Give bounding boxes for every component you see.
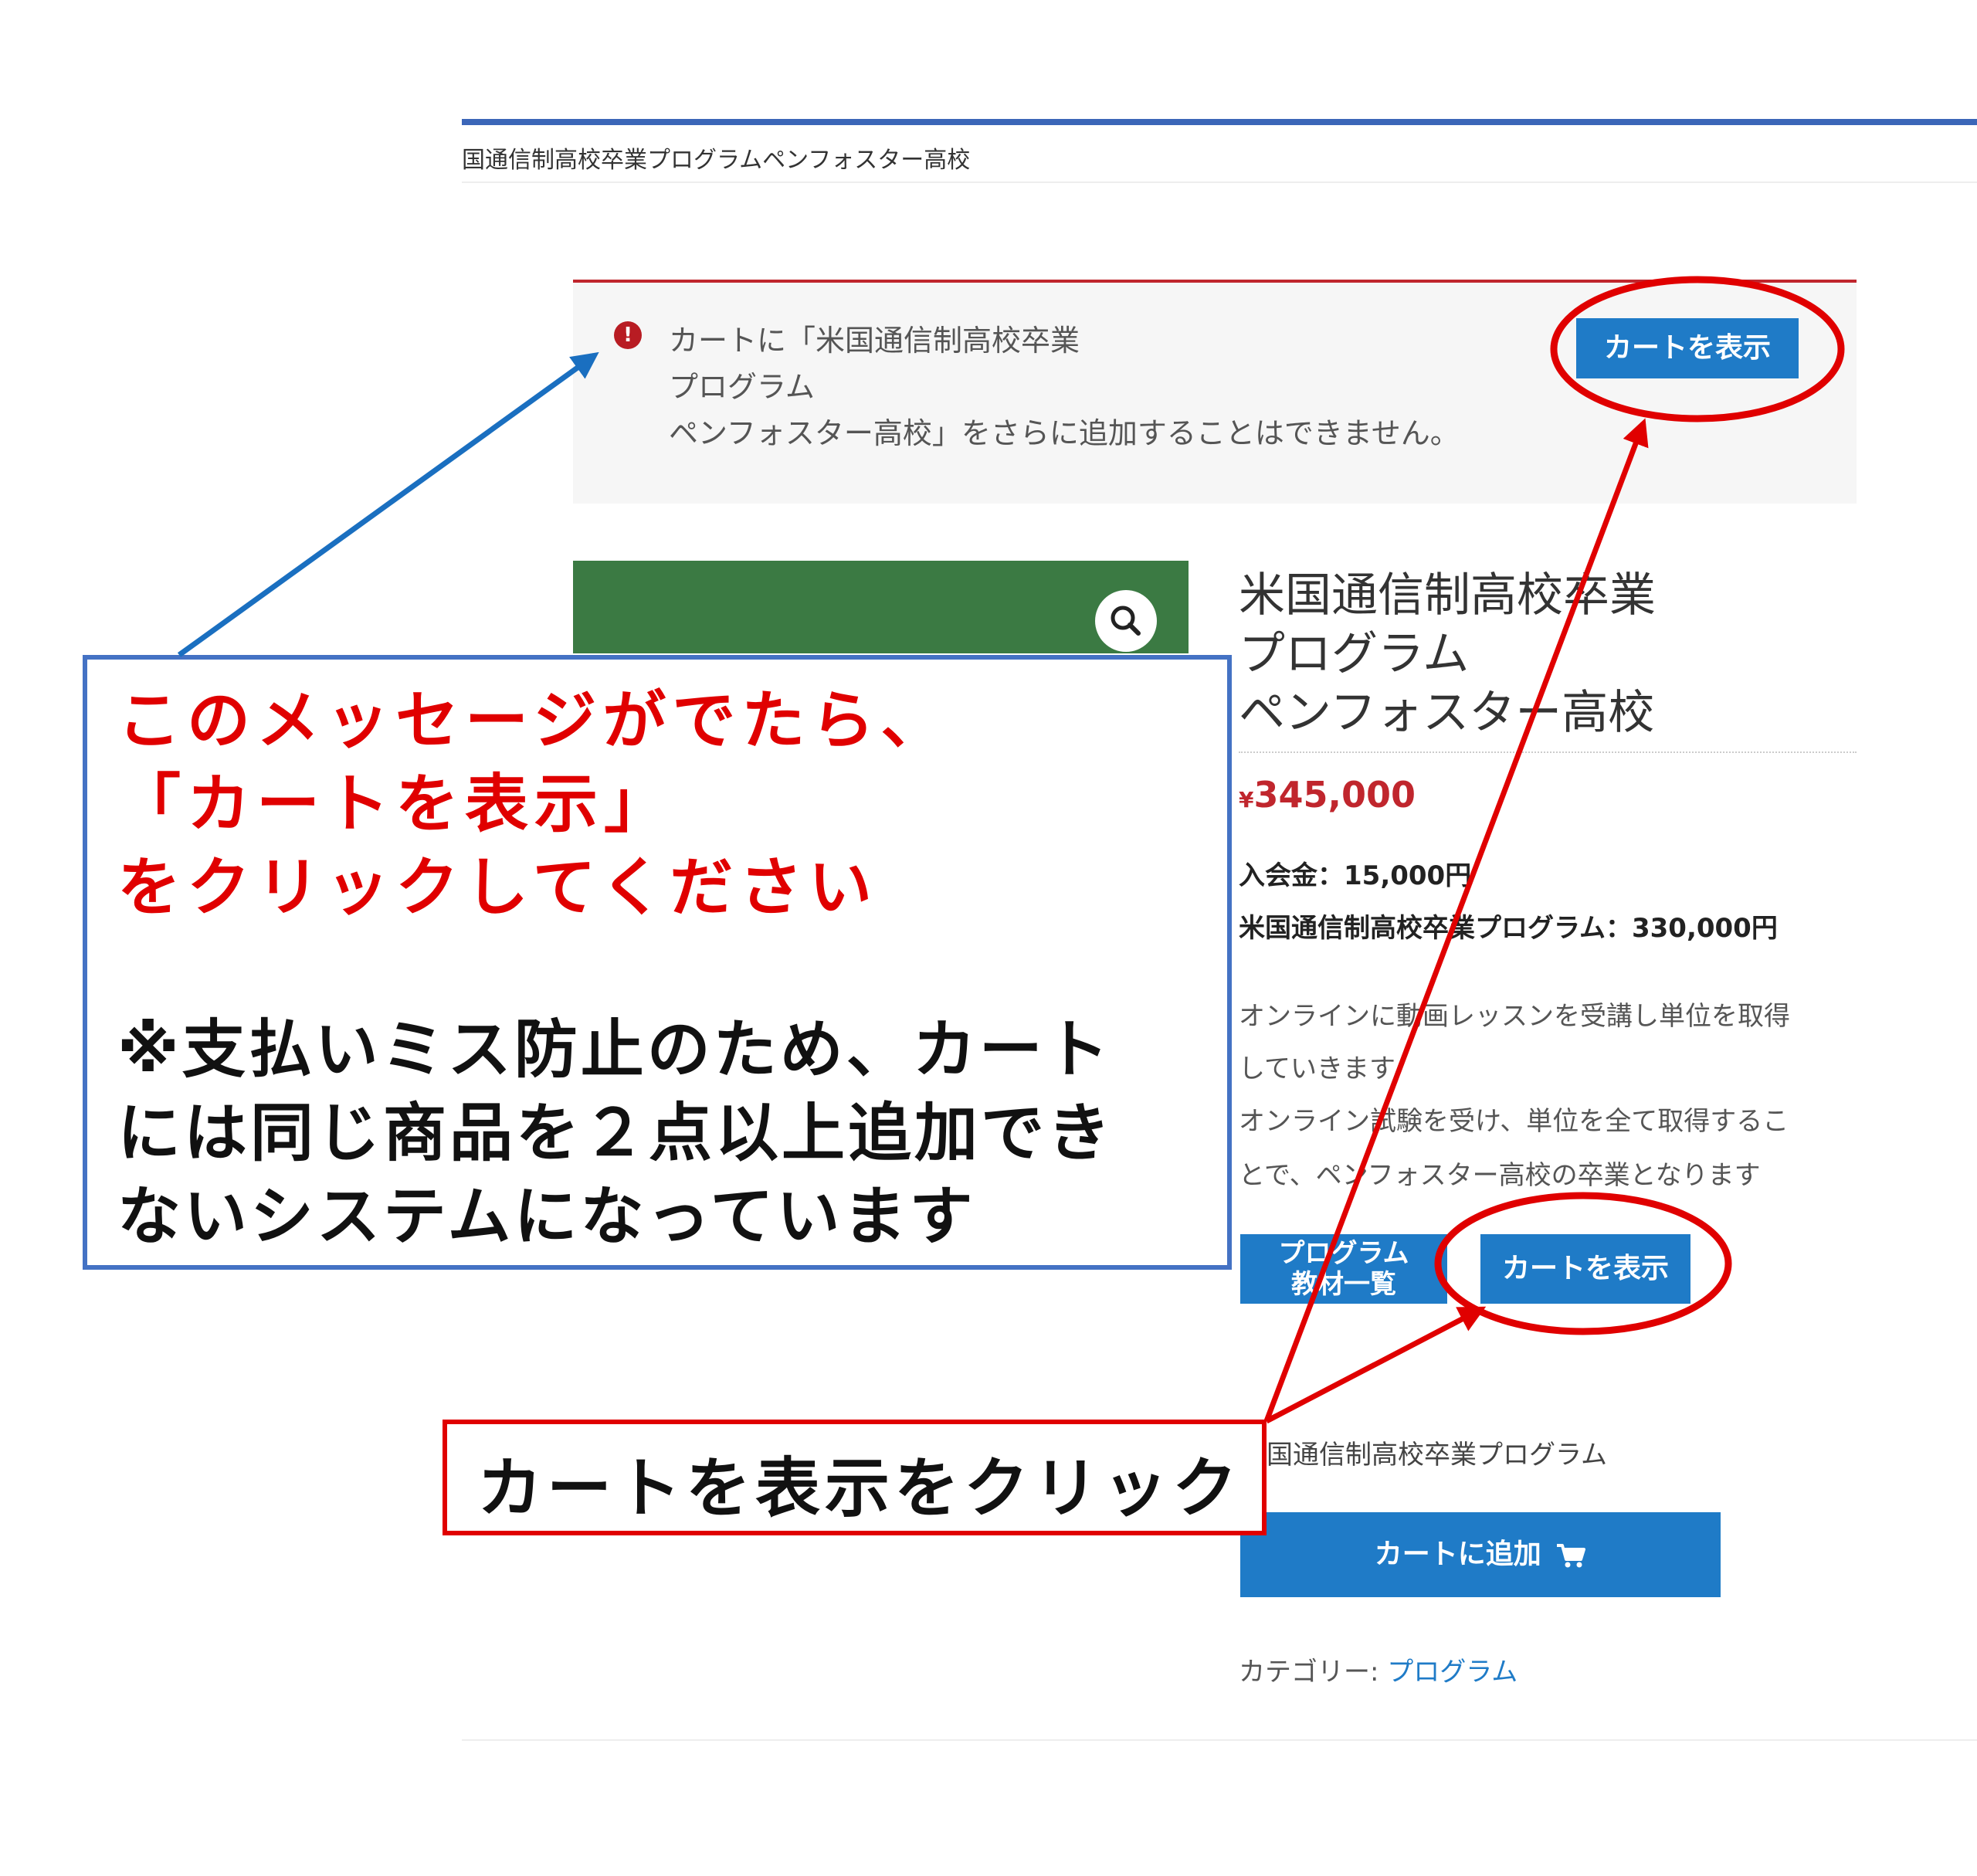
description-line: とで、ペンフォスター高校の卒業となります xyxy=(1239,1160,1761,1191)
materials-list-button[interactable]: プログラム 教材一覧 xyxy=(1240,1234,1447,1304)
variation-label: 国通信制高校卒業プログラム xyxy=(1267,1440,1607,1471)
click-instruction-label: カートを表示をクリック xyxy=(477,1450,1243,1526)
notice-text-line: カートに「米国通信制高校卒業 xyxy=(669,324,1080,358)
category-line: カテゴリー: プログラム xyxy=(1239,1650,1518,1688)
add-to-cart-button[interactable]: カートに追加 xyxy=(1240,1512,1721,1597)
description-line: オンラインに動画レッスンを受講し単位を取得 xyxy=(1239,1001,1790,1032)
product-title-line: 米国通信制高校卒業 xyxy=(1239,568,1656,623)
exclamation-icon: ! xyxy=(614,321,642,349)
callout-black-line: には同じ商品を２点以上追加でき xyxy=(117,1097,1114,1170)
notice-text-line: ペンフォスター高校」をさらに追加することはできません。 xyxy=(669,416,1460,450)
product-price: ¥345,000 xyxy=(1239,774,1416,816)
breadcrumb[interactable]: 国通信制高校卒業プログラムペンフォスター高校 xyxy=(462,141,970,175)
add-to-cart-label: カートに追加 xyxy=(1374,1538,1541,1570)
header-divider xyxy=(462,181,1977,183)
cart-icon xyxy=(1557,1544,1586,1568)
title-divider xyxy=(1239,751,1857,753)
blue-arrow xyxy=(177,351,599,657)
red-arrow-to-product-button xyxy=(1265,1306,1487,1424)
product-title-line: ペンフォスター高校 xyxy=(1239,686,1655,740)
callout-red-line: このメッセージがでたら、 xyxy=(117,684,951,758)
category-label: カテゴリー: xyxy=(1239,1657,1388,1688)
description-line: していきます xyxy=(1239,1053,1395,1084)
callout-black-line: ないシステムになっています xyxy=(117,1180,976,1253)
notice-view-cart-button[interactable]: カートを表示 xyxy=(1576,318,1799,378)
price-currency: ¥ xyxy=(1239,787,1254,812)
description-line: オンライン試験を受け、単位を全て取得するこ xyxy=(1239,1106,1789,1137)
top-accent-bar xyxy=(462,119,1977,125)
materials-button-line: プログラム xyxy=(1278,1238,1409,1269)
fee-line: 入会金：15,000円 xyxy=(1239,860,1472,891)
callout-red-line: 「カートを表示」 xyxy=(117,768,674,841)
fee-line: 米国通信制高校卒業プログラム：330,000円 xyxy=(1239,913,1778,944)
materials-button-line: 教材一覧 xyxy=(1291,1269,1396,1300)
footer-divider xyxy=(462,1739,1977,1741)
price-amount: 345,000 xyxy=(1253,774,1416,816)
callout-black-line: ※支払いミス防止のため、カート xyxy=(117,1013,1112,1087)
notice-text-line: プログラム xyxy=(669,370,815,404)
product-view-cart-button[interactable]: カートを表示 xyxy=(1480,1234,1690,1304)
product-title-line: プログラム xyxy=(1239,627,1470,681)
magnifier-icon[interactable] xyxy=(1095,590,1157,652)
category-link[interactable]: プログラム xyxy=(1387,1657,1518,1688)
callout-red-line: をクリックしてください xyxy=(117,851,879,924)
